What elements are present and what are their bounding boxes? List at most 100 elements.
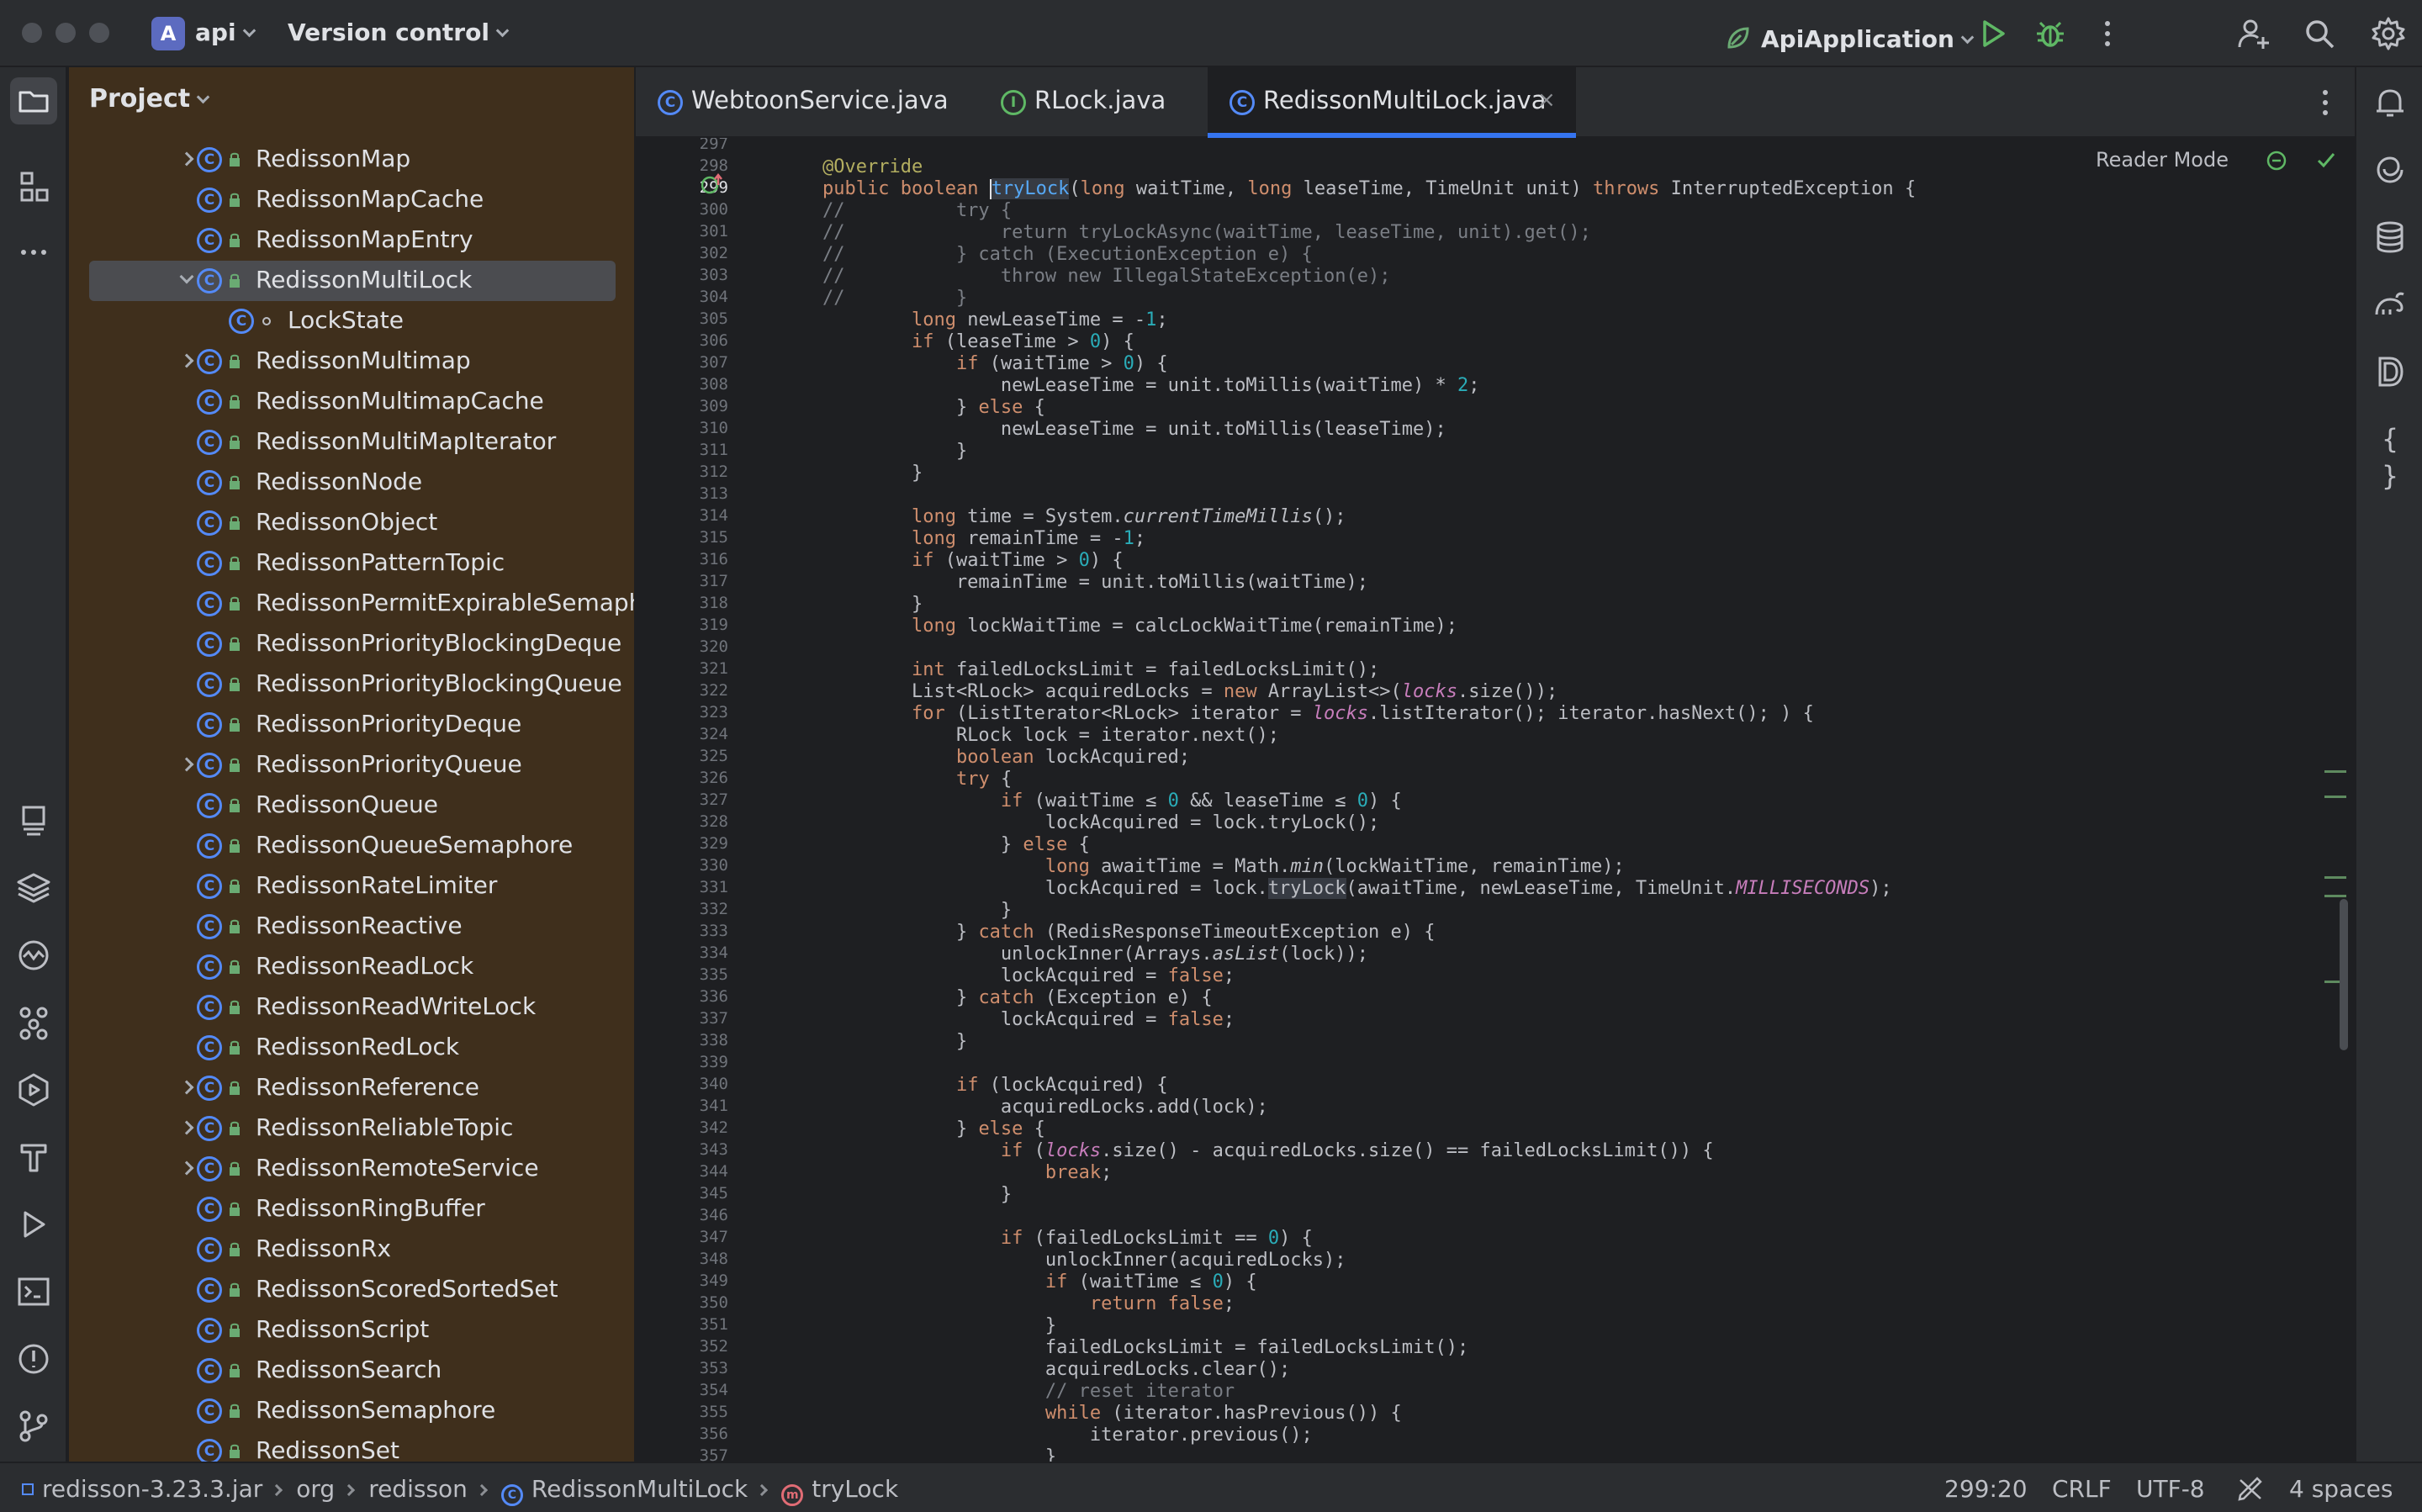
line-separator[interactable]: CRLF: [2052, 1475, 2112, 1503]
chevron-right-icon[interactable]: [179, 151, 194, 167]
code-line[interactable]: while (iterator.hasPrevious()) {: [822, 1403, 1402, 1425]
code-line[interactable]: }: [822, 1184, 1012, 1206]
chevron-right-icon[interactable]: [179, 1160, 194, 1176]
code-line[interactable]: if (waitTime > 0) {: [822, 353, 1168, 375]
code-line[interactable]: return false;: [822, 1293, 1235, 1315]
more-tools-icon[interactable]: [15, 234, 52, 271]
ai-assistant-icon[interactable]: [2372, 151, 2409, 188]
tree-item[interactable]: C RedissonPatternTopic: [89, 543, 634, 584]
code-line[interactable]: } else {: [822, 1118, 1045, 1140]
code-line[interactable]: if (waitTime ≤ 0) {: [822, 1271, 1257, 1293]
code-line[interactable]: acquiredLocks.add(lock);: [822, 1097, 1268, 1118]
tree-item[interactable]: C RedissonMapEntry: [89, 220, 634, 261]
breadcrumb-package-redisson[interactable]: redisson: [368, 1475, 468, 1503]
code-line[interactable]: failedLocksLimit = failedLocksLimit();: [822, 1337, 1468, 1359]
tree-item[interactable]: C RedissonRingBuffer: [89, 1189, 634, 1229]
tree-item[interactable]: C RedissonReactive: [89, 907, 634, 947]
indent-setting[interactable]: 4 spaces: [2289, 1475, 2393, 1503]
tree-item[interactable]: C RedissonRemoteService: [89, 1149, 634, 1189]
tree-item[interactable]: C RedissonScoredSortedSet: [89, 1270, 634, 1310]
code-line[interactable]: // return tryLockAsync(waitTime, leaseTi…: [822, 222, 1591, 244]
tree-item[interactable]: C RedissonSemaphore: [89, 1391, 634, 1431]
tree-item[interactable]: C RedissonReference: [89, 1068, 634, 1108]
editor-scrollbar[interactable]: [2340, 899, 2348, 1050]
tree-item[interactable]: C RedissonMultimapCache: [89, 382, 634, 422]
tree-item[interactable]: C RedissonRx: [89, 1229, 634, 1270]
json-braces-icon[interactable]: { }: [2372, 420, 2409, 492]
code-line[interactable]: }: [822, 441, 967, 463]
tree-item[interactable]: C RedissonQueueSemaphore: [89, 826, 634, 866]
run-config-selector[interactable]: ApiApplication: [1724, 19, 1975, 53]
code-line[interactable]: newLeaseTime = unit.toMillis(waitTime) *…: [822, 375, 1480, 397]
inspection-status-icon[interactable]: [2266, 150, 2287, 172]
code-line[interactable]: // }: [822, 288, 967, 309]
code-line[interactable]: lockAcquired = lock.tryLock(awaitTime, n…: [822, 878, 1892, 900]
code-with-me-icon[interactable]: [2235, 15, 2272, 52]
run-icon[interactable]: [1975, 15, 2012, 52]
implementation-gutter-icon[interactable]: [701, 173, 727, 197]
tree-item[interactable]: C RedissonReadWriteLock: [89, 987, 634, 1028]
structure-icon[interactable]: [15, 168, 52, 205]
line-number-gutter[interactable]: 297 298 299 300 301 302 303 304 305 306 307 308 309 3…: [636, 138, 728, 1462]
database-icon[interactable]: [2372, 219, 2409, 256]
code-line[interactable]: long awaitTime = Math.min(lockWaitTime, …: [822, 856, 1625, 878]
window-minimize-button[interactable]: [56, 23, 76, 43]
tree-item[interactable]: C RedissonQueue: [89, 785, 634, 826]
project-badge-icon[interactable]: A: [151, 17, 185, 50]
search-icon[interactable]: [2301, 15, 2338, 52]
chevron-down-icon[interactable]: [179, 269, 194, 284]
services-icon[interactable]: [15, 1071, 52, 1108]
tab-rlock[interactable]: I RLock.java: [979, 67, 1216, 138]
code-line[interactable]: long remainTime = -1;: [822, 528, 1145, 550]
code-line[interactable]: if (leaseTime > 0) {: [822, 331, 1134, 353]
chevron-right-icon[interactable]: [179, 1120, 194, 1135]
tree-item[interactable]: C RedissonSearch: [89, 1351, 634, 1391]
more-actions-icon[interactable]: [2089, 15, 2126, 52]
code-line[interactable]: RLock lock = iterator.next();: [822, 725, 1279, 747]
tree-item[interactable]: C RedissonScript: [89, 1310, 634, 1351]
code-line[interactable]: } else {: [822, 397, 1045, 419]
code-line[interactable]: try {: [822, 769, 1012, 790]
project-switcher[interactable]: api: [195, 19, 256, 46]
tree-item[interactable]: C RedissonMultiLock: [89, 261, 616, 301]
code-line[interactable]: long lockWaitTime = calcLockWaitTime(rem…: [822, 616, 1457, 637]
breadcrumb-jar[interactable]: redisson-3.23.3.jar: [42, 1475, 262, 1503]
code-line[interactable]: }: [822, 594, 923, 616]
services-graph-icon[interactable]: [15, 1004, 52, 1041]
code-line[interactable]: }: [822, 1315, 1056, 1337]
code-line[interactable]: for (ListIterator<RLock> iterator = lock…: [822, 703, 1814, 725]
window-close-button[interactable]: [22, 23, 42, 43]
readonly-toggle-icon[interactable]: [2237, 1475, 2264, 1502]
window-zoom-button[interactable]: [89, 23, 109, 43]
change-marker[interactable]: [2324, 876, 2346, 879]
code-line[interactable]: }: [822, 1446, 1056, 1462]
chevron-right-icon[interactable]: [179, 1080, 194, 1095]
vcs-menu[interactable]: Version control: [288, 19, 510, 46]
code-line[interactable]: long newLeaseTime = -1;: [822, 309, 1168, 331]
code-line[interactable]: public boolean tryLock(long waitTime, lo…: [822, 178, 1916, 200]
breadcrumb-class[interactable]: RedissonMultiLock: [531, 1475, 748, 1503]
code-line[interactable]: long time = System.currentTimeMillis();: [822, 506, 1346, 528]
reader-mode-button[interactable]: Reader Mode: [2096, 148, 2229, 172]
breadcrumb-method[interactable]: tryLock: [812, 1475, 898, 1503]
tree-item[interactable]: C RedissonMap: [89, 140, 634, 180]
code-line[interactable]: }: [822, 463, 923, 484]
code-line[interactable]: // reset iterator: [822, 1381, 1235, 1403]
tree-item[interactable]: C RedissonNode: [89, 463, 634, 503]
code-line[interactable]: // try {: [822, 200, 1012, 222]
change-marker[interactable]: [2324, 895, 2346, 897]
tree-item[interactable]: C RedissonMultimap: [89, 341, 634, 382]
run-tool-icon[interactable]: [15, 1206, 52, 1243]
change-marker[interactable]: [2324, 796, 2346, 798]
chevron-right-icon[interactable]: [179, 757, 194, 772]
tree-item[interactable]: C RedissonMultiMapIterator: [89, 422, 634, 463]
code-line[interactable]: acquiredLocks.clear();: [822, 1359, 1290, 1381]
layers-icon[interactable]: [15, 870, 52, 907]
code-line[interactable]: // throw new IllegalStateException(e);: [822, 266, 1391, 288]
code-line[interactable]: // } catch (ExecutionException e) {: [822, 244, 1313, 266]
code-line[interactable]: newLeaseTime = unit.toMillis(leaseTime);: [822, 419, 1446, 441]
caret-position[interactable]: 299:20: [1944, 1475, 2028, 1503]
problems-icon[interactable]: [15, 1340, 52, 1377]
code-line[interactable]: List<RLock> acquiredLocks = new ArrayLis…: [822, 681, 1557, 703]
terminal-icon[interactable]: [15, 1273, 52, 1310]
